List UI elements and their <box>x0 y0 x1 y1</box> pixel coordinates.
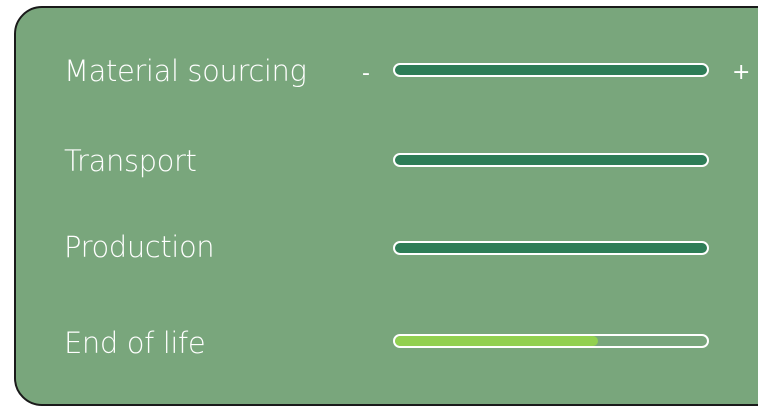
transport-bar-fill <box>395 155 707 165</box>
end-of-life-label: End of life <box>64 326 206 360</box>
end-of-life-bar <box>393 334 709 348</box>
material-sourcing-bar <box>393 63 709 77</box>
material-sourcing-label: Material sourcing <box>64 54 307 88</box>
impact-panel: Material sourcing - + Transport Producti… <box>14 6 758 406</box>
material-sourcing-bar-fill <box>395 65 707 75</box>
production-bar <box>393 241 709 255</box>
production-label: Production <box>64 230 215 264</box>
transport-label: Transport <box>64 144 197 178</box>
production-bar-fill <box>395 243 707 253</box>
end-of-life-bar-fill <box>395 336 598 346</box>
transport-bar <box>393 153 709 167</box>
scale-plus-sign: + <box>732 60 751 85</box>
scale-minus-sign: - <box>362 61 370 86</box>
